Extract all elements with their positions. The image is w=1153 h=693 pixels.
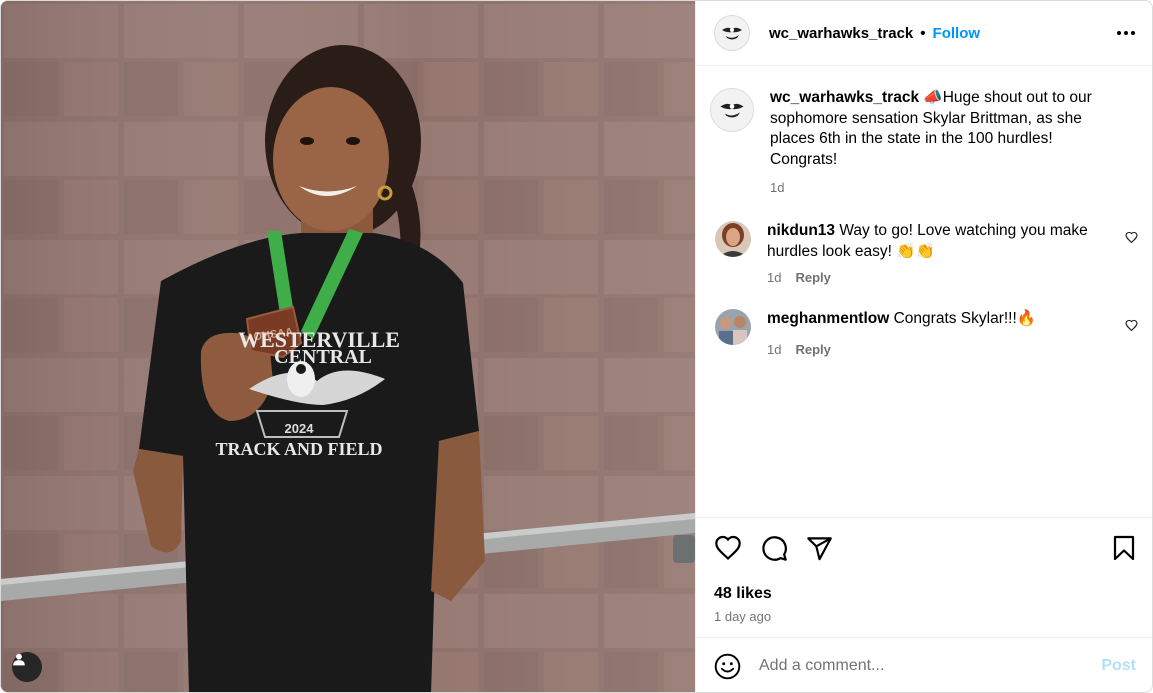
post-side-panel: wc_warhawks_track • Follow wc_warhawks_t… [695,1,1152,692]
more-dots-icon [1117,31,1121,35]
like-button[interactable] [714,534,742,562]
heart-icon [715,535,741,561]
more-dot [1131,31,1135,35]
comment-like-button[interactable] [1125,319,1138,337]
smiley-icon [714,653,741,679]
caption-row: wc_warhawks_track 📣Huge shout out to our… [710,88,1138,195]
bookmark-icon [1113,535,1135,561]
emoji-picker-button[interactable] [714,653,741,680]
comment-like-button[interactable] [1125,231,1138,249]
comment-bubble-icon [762,536,787,561]
more-options-button[interactable] [1117,25,1135,41]
commenter-photo [715,309,751,345]
comment-username[interactable]: nikdun13 [767,222,835,239]
comments-section[interactable]: wc_warhawks_track 📣Huge shout out to our… [696,66,1152,517]
instagram-post-modal: OHSAA WESTERVILLE CENTRAL 2024 TRACK AND… [0,0,1153,693]
paper-plane-icon [807,536,832,560]
comment-username[interactable]: meghanmentlow [767,310,889,327]
shirt-line-2: CENTRAL [274,346,372,368]
heart-icon [1125,231,1138,244]
post-actions-section: 48 likes 1 day ago [696,517,1152,637]
megaphone-emoji: 📣 [923,89,943,106]
post-photo[interactable]: OHSAA WESTERVILLE CENTRAL 2024 TRACK AND… [1,1,695,692]
header-separator: • [920,24,926,42]
shirt-year: 2024 [285,421,315,436]
action-bar [714,534,1136,562]
post-photo-illustration: OHSAA WESTERVILLE CENTRAL 2024 TRACK AND… [1,1,695,692]
caption-time[interactable]: 1d [770,180,784,195]
caption-text: wc_warhawks_track 📣Huge shout out to our… [770,88,1110,170]
share-button[interactable] [806,535,833,562]
post-header: wc_warhawks_track • Follow [696,1,1152,66]
comment-row: meghanmentlow Congrats Skylar!!!🔥 1d Rep… [710,309,1138,357]
comment-input[interactable] [759,657,1102,675]
warhawk-logo-icon [720,103,744,118]
author-avatar[interactable] [714,15,750,51]
commenter-avatar[interactable] [715,309,751,345]
heart-icon [1125,319,1138,332]
add-comment-bar: Post [696,637,1152,692]
shirt-line-3: TRACK AND FIELD [215,439,382,459]
commenter-avatar[interactable] [715,221,751,257]
comment-row: nikdun13 Way to go! Love watching you ma… [710,221,1138,285]
reply-button[interactable]: Reply [795,270,830,285]
comment-text: meghanmentlow Congrats Skylar!!!🔥 [767,309,1110,330]
comment-time[interactable]: 1d [767,342,781,357]
reply-button[interactable]: Reply [795,342,830,357]
caption-username[interactable]: wc_warhawks_track [770,89,919,106]
comment-body: Congrats Skylar!!!🔥 [893,310,1037,327]
user-tag-icon [13,653,25,666]
likes-count[interactable]: 48 likes [714,585,1136,603]
comment-button[interactable] [760,534,788,562]
save-button[interactable] [1112,535,1136,561]
caption-author-avatar[interactable] [710,88,754,132]
comment-time[interactable]: 1d [767,270,781,285]
warhawk-logo-icon [722,27,742,40]
post-time[interactable]: 1 day ago [714,609,1136,624]
author-username[interactable]: wc_warhawks_track [769,25,913,42]
commenter-photo [715,221,751,257]
comment-text: nikdun13 Way to go! Love watching you ma… [767,221,1110,262]
follow-button[interactable]: Follow [933,25,981,42]
post-comment-button[interactable]: Post [1101,657,1136,675]
user-tag-button[interactable] [12,652,42,682]
more-dot [1124,31,1128,35]
